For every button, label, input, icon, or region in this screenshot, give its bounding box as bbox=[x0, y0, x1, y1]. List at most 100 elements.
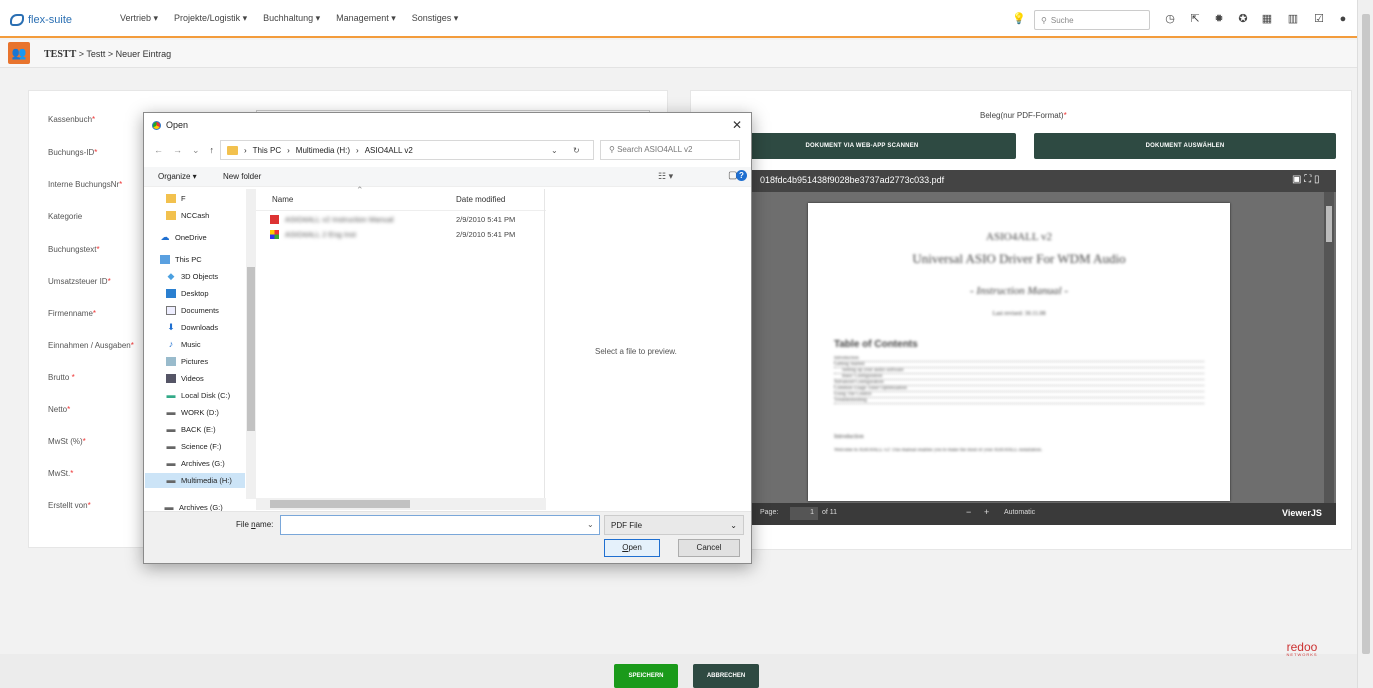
tree-item-desktop[interactable]: Desktop bbox=[166, 286, 209, 301]
menu-buchhaltung[interactable]: Buchhaltung ▾ bbox=[263, 13, 320, 24]
tree-item-multimedia-h[interactable]: ▬ Multimedia (H:) bbox=[145, 473, 245, 488]
tree-item-onedrive[interactable]: ☁ OneDrive bbox=[160, 230, 207, 245]
toc-heading: Table of Contents bbox=[834, 339, 918, 350]
tree-item-pictures[interactable]: Pictures bbox=[166, 354, 208, 369]
organize-button[interactable]: Organize ▾ bbox=[158, 172, 197, 181]
breadcrumb-bar bbox=[0, 40, 1357, 68]
dialog-search[interactable]: ⚲ Search ASIO4ALL v2 bbox=[600, 140, 740, 160]
tree-item-science-f[interactable]: ▬ Science (F:) bbox=[166, 439, 222, 454]
tree-item-work-d[interactable]: ▬ WORK (D:) bbox=[166, 405, 219, 420]
zoom-out-icon[interactable]: − bbox=[966, 507, 971, 517]
path-asio4all[interactable]: ASIO4ALL v2 bbox=[365, 146, 413, 155]
breadcrumb-trail[interactable]: > Testt > Neuer Eintrag bbox=[76, 49, 171, 59]
settings-icon[interactable]: ✪ bbox=[1236, 12, 1250, 26]
page-number-input[interactable]: 1 bbox=[790, 507, 818, 520]
intro-heading: Introduction bbox=[834, 434, 864, 440]
menu-management[interactable]: Management ▾ bbox=[336, 13, 396, 24]
tree-item-music[interactable]: ♪ Music bbox=[166, 337, 201, 352]
user-icon[interactable]: ● bbox=[1336, 12, 1350, 26]
tree-item-downloads[interactable]: ⬇ Downloads bbox=[166, 320, 218, 335]
menu-projekte[interactable]: Projekte/Logistik ▾ bbox=[174, 13, 247, 24]
tree-scrollbar[interactable] bbox=[246, 189, 256, 499]
tree-item-videos[interactable]: Videos bbox=[166, 371, 204, 386]
redoo-logo: redoo NETWORKS bbox=[1286, 640, 1318, 657]
drive-icon: ▬ bbox=[166, 390, 176, 400]
global-search[interactable]: ⚲ Suche bbox=[1034, 10, 1150, 30]
path-multimedia[interactable]: Multimedia (H:) bbox=[296, 146, 350, 155]
label-einnahmen-ausgaben: Einnahmen / Ausgaben* bbox=[48, 341, 134, 350]
viewer-scrollbar[interactable] bbox=[1324, 192, 1334, 503]
app-logo[interactable]: flex-suite bbox=[10, 12, 72, 28]
open-button[interactable]: Open bbox=[604, 539, 660, 557]
select-document-button[interactable]: DOKUMENT AUSWÄHLEN bbox=[1034, 133, 1336, 159]
shortcut-icon[interactable]: ⇱ bbox=[1188, 12, 1202, 26]
gear-icon[interactable]: ✹ bbox=[1212, 12, 1226, 26]
file-row[interactable]: ASIO4ALL 2 Eng Inst bbox=[270, 227, 356, 241]
label-mwst: MwSt.* bbox=[48, 469, 74, 478]
tree-item-local-disk-c[interactable]: ▬ Local Disk (C:) bbox=[166, 388, 231, 403]
chart-icon[interactable]: ▥ bbox=[1286, 12, 1300, 26]
picture-icon bbox=[166, 357, 176, 366]
tree-item-nccash[interactable]: NCCash bbox=[166, 208, 209, 223]
tree-item-archives-g[interactable]: ▬ Archives (G:) bbox=[166, 456, 225, 471]
action-bar bbox=[0, 654, 1357, 688]
scan-document-button[interactable]: DOKUMENT VIA WEB-APP SCANNEN bbox=[708, 133, 1016, 159]
help-icon[interactable]: ? bbox=[736, 170, 747, 181]
viewer-tools-icons[interactable]: ▣ ⛶ ▯ bbox=[1292, 174, 1320, 185]
menu-sonstiges[interactable]: Sonstiges ▾ bbox=[412, 13, 459, 24]
save-button[interactable]: SPEICHERN bbox=[614, 664, 678, 688]
drive-icon: ▬ bbox=[166, 407, 176, 417]
tree-item-this-pc[interactable]: This PC bbox=[160, 252, 202, 267]
breadcrumb-module[interactable]: TESTT bbox=[44, 49, 76, 60]
file-list-hscrollbar[interactable] bbox=[256, 498, 546, 510]
breadcrumb: TESTT > Testt > Neuer Eintrag bbox=[44, 49, 171, 60]
page-scrollbar[interactable] bbox=[1357, 0, 1373, 688]
calendar-icon[interactable]: ▦ bbox=[1260, 12, 1274, 26]
chevron-down-icon[interactable]: ⌄ bbox=[587, 520, 594, 529]
chrome-icon bbox=[152, 120, 161, 130]
sort-up-icon: ⌃ bbox=[356, 185, 364, 195]
back-icon[interactable]: ← bbox=[154, 145, 163, 156]
tree-item-f[interactable]: F bbox=[166, 191, 186, 206]
viewer-bottom-bar: Page: 1 of 11 − + Automatic ViewerJS bbox=[752, 503, 1336, 525]
new-folder-button[interactable]: New folder bbox=[223, 172, 261, 181]
address-bar[interactable]: › This PC › Multimedia (H:) › ASIO4ALL v2 ⌄… bbox=[220, 140, 594, 160]
recent-icon[interactable]: ⌄ bbox=[192, 145, 200, 156]
column-date-modified[interactable]: Date modified bbox=[456, 195, 505, 204]
label-netto: Netto* bbox=[48, 405, 71, 414]
refresh-icon[interactable]: ↻ bbox=[573, 146, 580, 155]
tree-item-3d-objects[interactable]: ◆ 3D Objects bbox=[166, 269, 219, 284]
dialog-cancel-button[interactable]: Cancel bbox=[678, 539, 740, 557]
zoom-in-icon[interactable]: + bbox=[984, 507, 989, 517]
chevron-down-icon[interactable]: ⌄ bbox=[551, 146, 558, 155]
filetype-select[interactable]: PDF File ⌄ bbox=[604, 515, 744, 535]
close-icon[interactable]: ✕ bbox=[732, 118, 742, 132]
forward-icon[interactable]: → bbox=[173, 145, 182, 156]
view-options-icon[interactable]: ☷ ▾ bbox=[658, 171, 673, 182]
tasks-icon[interactable]: ☑ bbox=[1312, 12, 1326, 26]
label-firmenname: Firmenname* bbox=[48, 309, 97, 318]
doc-revised: Last revised: 30.11.08 bbox=[992, 311, 1046, 317]
document-icon bbox=[166, 306, 176, 315]
dialog-title: Open bbox=[152, 120, 188, 130]
clock-icon[interactable]: ◷ bbox=[1163, 12, 1177, 26]
path-this-pc[interactable]: This PC bbox=[253, 146, 281, 155]
zoom-select[interactable]: Automatic bbox=[1004, 509, 1086, 520]
filename-input[interactable] bbox=[280, 515, 600, 535]
main-menu: Vertrieb ▾ Projekte/Logistik ▾ Buchhaltu… bbox=[120, 13, 458, 24]
lightbulb-icon[interactable]: 💡 bbox=[1012, 12, 1026, 26]
file-date: 2/9/2010 5:41 PM bbox=[456, 215, 516, 224]
menu-vertrieb[interactable]: Vertrieb ▾ bbox=[120, 13, 158, 24]
label-buchungstext: Buchungstext* bbox=[48, 245, 100, 254]
up-icon[interactable]: ↑ bbox=[210, 145, 215, 156]
file-row[interactable]: ASIO4ALL v2 Instruction Manual bbox=[270, 212, 394, 226]
dialog-nav: ← → ⌄ ↑ bbox=[154, 145, 214, 156]
open-file-dialog: Open ✕ ← → ⌄ ↑ › This PC › Multimedia (H:) › A… bbox=[143, 112, 752, 564]
tree-item-documents[interactable]: Documents bbox=[166, 303, 219, 318]
module-users-icon: 👥 bbox=[8, 42, 30, 64]
cancel-button[interactable]: ABBRECHEN bbox=[693, 664, 759, 688]
column-name[interactable]: Name bbox=[272, 195, 293, 204]
tree-item-back-e[interactable]: ▬ BACK (E:) bbox=[166, 422, 216, 437]
chevron-down-icon: ⌄ bbox=[730, 521, 737, 530]
label-kategorie: Kategorie bbox=[48, 212, 83, 221]
